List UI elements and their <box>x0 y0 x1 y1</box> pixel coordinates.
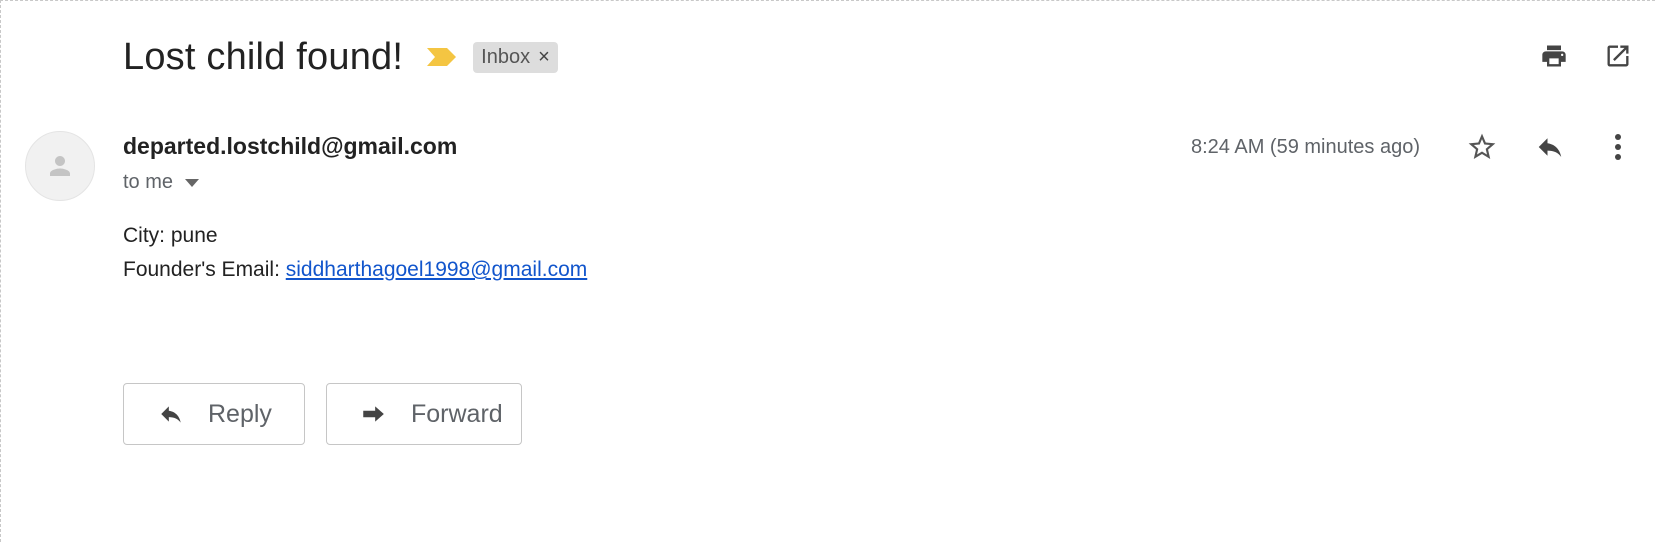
forward-button[interactable]: Forward <box>326 383 522 445</box>
inbox-label-chip: Inbox × <box>473 41 558 73</box>
founder-line: Founder's Email: siddharthagoel1998@gmai… <box>123 253 587 287</box>
message-toolbar <box>1465 130 1635 164</box>
recipient-text: to me <box>123 171 174 193</box>
timestamp: 8:24 AM (59 minutes ago) <box>1190 136 1420 158</box>
subject-row: Lost child found! Inbox × <box>123 31 558 83</box>
person-icon <box>50 156 70 176</box>
city-line: City: pune <box>123 224 218 247</box>
remove-label-button[interactable]: × <box>538 46 550 69</box>
star-icon[interactable] <box>1465 130 1499 164</box>
more-vert-icon[interactable] <box>1601 130 1635 164</box>
founder-email-link[interactable]: siddharthagoel1998@gmail.com <box>286 258 588 281</box>
recipient-row[interactable]: to me <box>123 171 200 194</box>
open-in-new-window-icon[interactable] <box>1601 39 1635 73</box>
email-view: Lost child found! Inbox × departed.lostc… <box>0 0 1655 542</box>
message-body: City: pune Founder's Email: siddharthago… <box>123 219 587 287</box>
email-subject: Lost child found! <box>123 35 404 78</box>
reply-icon[interactable] <box>1533 130 1567 164</box>
sender-address: departed.lostchild@gmail.com <box>123 133 458 159</box>
forward-button-label: Forward <box>411 399 503 428</box>
forward-icon <box>359 401 389 427</box>
reply-button-label: Reply <box>208 399 272 428</box>
thread-toolbar <box>1537 39 1635 73</box>
avatar <box>25 131 95 201</box>
importance-marker-icon[interactable] <box>427 46 457 68</box>
chevron-down-icon[interactable] <box>185 178 200 187</box>
reply-button[interactable]: Reply <box>123 383 305 445</box>
reply-icon <box>156 401 186 427</box>
print-icon[interactable] <box>1537 39 1571 73</box>
founder-label: Founder's Email: <box>123 258 286 281</box>
label-text: Inbox <box>481 45 531 68</box>
